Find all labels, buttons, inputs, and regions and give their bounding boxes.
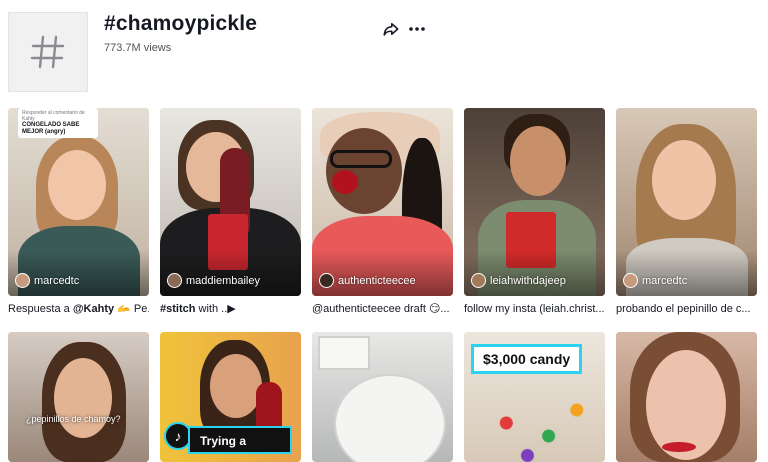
author-name: leiahwithdajeep xyxy=(490,274,566,287)
video-card[interactable]: leiahwithdajeep follow my insta (leiah.c… xyxy=(464,108,605,316)
caption-text: with ..▶ xyxy=(195,303,236,315)
caption-text: probando el pepinillo de c... xyxy=(616,303,751,315)
caption-hashtag[interactable]: #stitch xyxy=(160,303,195,315)
video-thumbnail[interactable] xyxy=(312,332,453,462)
video-thumbnail[interactable]: authenticteecee xyxy=(312,108,453,296)
view-count: 773.7M views xyxy=(104,42,172,54)
video-thumbnail[interactable]: $3,000 candy xyxy=(464,332,605,462)
video-subtitle: ¿pepinillos de chamoy? xyxy=(26,414,121,424)
caption-text: @authenticteecee draft 😏... xyxy=(312,303,450,315)
hashtag-icon xyxy=(30,35,65,69)
share-icon xyxy=(383,23,399,36)
video-thumbnail[interactable]: ¿pepinillos de chamoy? xyxy=(8,332,149,462)
avatar xyxy=(167,273,182,288)
video-caption[interactable]: @authenticteecee draft 😏... xyxy=(312,302,453,316)
video-thumbnail[interactable]: ♪ Trying a xyxy=(160,332,301,462)
reply-bubble: Responder al comentario de Kahty CONGELA… xyxy=(18,108,98,138)
author-name: marcedtc xyxy=(642,274,688,287)
video-overlay-text: $3,000 candy xyxy=(471,344,583,374)
caption-text: follow my insta (leiah.christ... xyxy=(464,303,605,315)
author-name: maddiembailey xyxy=(186,274,260,287)
video-author[interactable]: marcedtc xyxy=(623,273,687,288)
video-author[interactable]: marcedtc xyxy=(15,273,79,288)
video-thumbnail[interactable]: leiahwithdajeep xyxy=(464,108,605,296)
more-options-button[interactable] xyxy=(406,18,428,40)
avatar xyxy=(471,273,486,288)
video-card[interactable]: authenticteecee @authenticteecee draft 😏… xyxy=(312,108,453,316)
caption-text: Respuesta a xyxy=(8,303,73,315)
hashtag-thumbnail xyxy=(8,12,88,92)
video-card[interactable]: marcedtc probando el pepinillo de c... xyxy=(616,108,757,316)
video-card[interactable] xyxy=(616,332,757,462)
page-title: #chamoypickle xyxy=(104,12,258,35)
video-card[interactable]: ¿pepinillos de chamoy? xyxy=(8,332,149,462)
video-thumbnail[interactable]: marcedtc xyxy=(616,108,757,296)
caption-text: 🫴 Pe... xyxy=(117,303,149,315)
video-thumbnail[interactable]: maddiembailey xyxy=(160,108,301,296)
avatar xyxy=(319,273,334,288)
video-card[interactable]: Responder al comentario de Kahty CONGELA… xyxy=(8,108,149,316)
video-thumbnail[interactable] xyxy=(616,332,757,462)
video-thumbnail[interactable]: Responder al comentario de Kahty CONGELA… xyxy=(8,108,149,296)
video-overlay-text: Trying a xyxy=(188,426,292,454)
reply-main-text: CONGELADO SABE MEJOR (angry) xyxy=(22,122,80,135)
video-caption[interactable]: probando el pepinillo de c... xyxy=(616,302,757,316)
video-author[interactable]: authenticteecee xyxy=(319,273,416,288)
video-author[interactable]: leiahwithdajeep xyxy=(471,273,566,288)
more-icon xyxy=(409,27,425,31)
share-button[interactable] xyxy=(380,18,402,40)
video-author[interactable]: maddiembailey xyxy=(167,273,260,288)
video-caption[interactable]: Respuesta a @Kahty 🫴 Pe... xyxy=(8,302,149,316)
video-card[interactable]: ♪ Trying a xyxy=(160,332,301,462)
avatar xyxy=(623,273,638,288)
video-caption[interactable]: follow my insta (leiah.christ... xyxy=(464,302,605,316)
video-caption[interactable]: #stitch with ..▶ xyxy=(160,302,301,316)
video-card[interactable] xyxy=(312,332,453,462)
video-card[interactable]: $3,000 candy xyxy=(464,332,605,462)
caption-mention[interactable]: @Kahty xyxy=(73,303,114,315)
reply-small-text: Responder al comentario de Kahty xyxy=(22,110,85,122)
author-name: marcedtc xyxy=(34,274,80,287)
hashtag-header: #chamoypickle 773.7M views xyxy=(8,12,760,96)
author-name: authenticteecee xyxy=(338,274,416,287)
avatar xyxy=(15,273,30,288)
video-card[interactable]: maddiembailey #stitch with ..▶ xyxy=(160,108,301,316)
